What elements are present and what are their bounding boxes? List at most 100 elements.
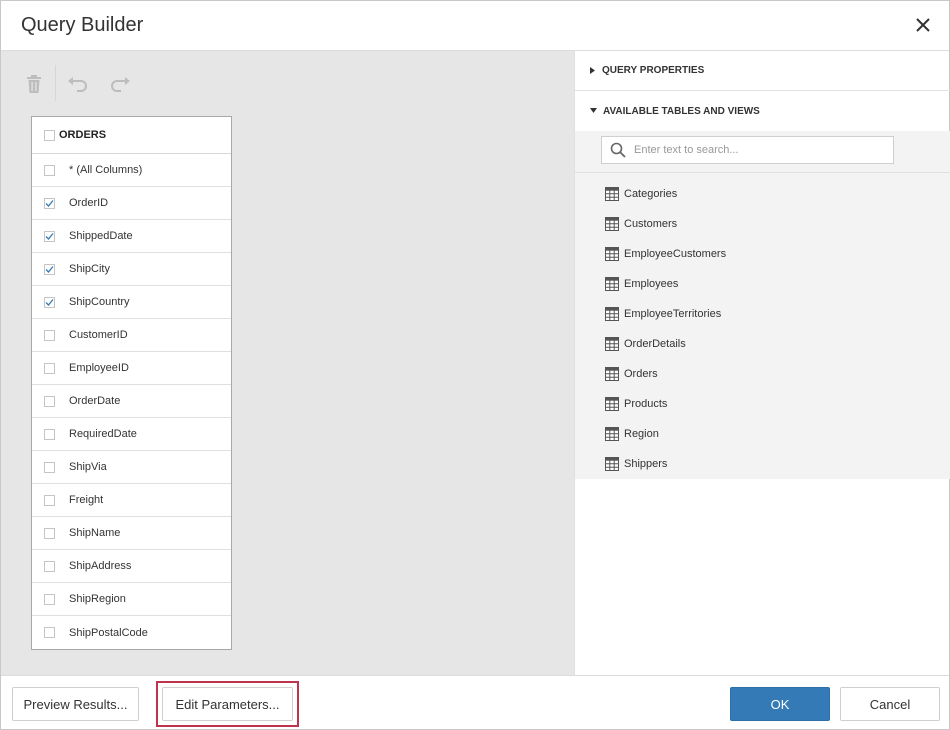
search-input[interactable] <box>634 144 874 156</box>
field-checkbox[interactable] <box>44 527 55 539</box>
field-label: ShipCity <box>69 263 110 275</box>
field-label: OrderDate <box>69 395 121 407</box>
field-checkbox[interactable] <box>44 263 55 275</box>
search-box[interactable] <box>601 136 894 164</box>
trash-icon <box>27 75 41 93</box>
table-icon <box>605 277 619 291</box>
table-list-item[interactable]: OrderDetails <box>575 329 950 359</box>
tables-list-area: Categories Customers EmployeeCustomers Empl… <box>575 131 950 479</box>
table-icon <box>605 337 619 351</box>
table-list-label: Region <box>624 428 659 440</box>
checkmark-icon <box>45 199 54 207</box>
field-row[interactable]: ShipPostalCode <box>32 616 231 649</box>
dialog-footer: Preview Results... Edit Parameters... OK… <box>1 675 949 729</box>
query-properties-label: QUERY PROPERTIES <box>602 65 705 76</box>
table-list-item[interactable]: Categories <box>575 179 950 209</box>
properties-panel: QUERY PROPERTIES AVAILABLE TABLES AND VI… <box>574 51 950 675</box>
checkmark-icon <box>45 265 54 273</box>
close-icon <box>916 18 930 32</box>
field-row[interactable]: ShipVia <box>32 451 231 484</box>
table-icon <box>605 397 619 411</box>
undo-button[interactable] <box>63 69 93 99</box>
close-button[interactable] <box>911 13 935 37</box>
field-checkbox[interactable] <box>44 428 55 440</box>
field-row[interactable]: ShipCity <box>32 253 231 286</box>
field-row[interactable]: ShipRegion <box>32 583 231 616</box>
field-label: EmployeeID <box>69 362 129 374</box>
query-builder-dialog: Query Builder ORDERS * (All Columns) Ord… <box>0 0 950 730</box>
field-checkbox[interactable] <box>44 395 55 407</box>
field-checkbox[interactable] <box>44 296 55 308</box>
field-checkbox[interactable] <box>44 230 55 242</box>
table-list-item[interactable]: Region <box>575 419 950 449</box>
field-label: * (All Columns) <box>69 164 143 176</box>
table-list-label: Orders <box>624 368 658 380</box>
table-header: ORDERS <box>32 117 231 154</box>
field-label: ShipName <box>69 527 121 539</box>
field-label: ShipCountry <box>69 296 130 308</box>
cancel-button[interactable]: Cancel <box>840 687 940 721</box>
table-list-item[interactable]: EmployeeCustomers <box>575 239 950 269</box>
preview-results-button[interactable]: Preview Results... <box>12 687 139 721</box>
table-list-label: Customers <box>624 218 678 230</box>
table-list-label: EmployeeCustomers <box>624 248 727 260</box>
search-divider <box>575 172 950 173</box>
table-list-item[interactable]: Orders <box>575 359 950 389</box>
field-label: ShipPostalCode <box>69 626 148 639</box>
table-list-item[interactable]: EmployeeTerritories <box>575 299 950 329</box>
field-checkbox[interactable] <box>44 627 55 638</box>
field-row[interactable]: ShipAddress <box>32 550 231 583</box>
field-row[interactable]: CustomerID <box>32 319 231 352</box>
field-checkbox[interactable] <box>44 560 55 572</box>
field-checkbox[interactable] <box>44 593 55 605</box>
chevron-right-icon <box>590 67 595 74</box>
table-list-item[interactable]: Shippers <box>575 449 950 479</box>
table-icon <box>605 457 619 471</box>
table-icon <box>605 247 619 261</box>
orders-table-card[interactable]: ORDERS * (All Columns) OrderID ShippedDate… <box>31 116 232 650</box>
field-row[interactable]: ShippedDate <box>32 220 231 253</box>
field-label: ShipAddress <box>69 560 132 572</box>
field-checkbox[interactable] <box>44 164 55 176</box>
table-list-item[interactable]: Employees <box>575 269 950 299</box>
table-icon <box>605 187 619 201</box>
field-row[interactable]: * (All Columns) <box>32 154 231 187</box>
field-row[interactable]: ShipName <box>32 517 231 550</box>
query-design-surface[interactable]: ORDERS * (All Columns) OrderID ShippedDate… <box>1 51 574 675</box>
field-checkbox[interactable] <box>44 362 55 374</box>
edit-parameters-button[interactable]: Edit Parameters... <box>162 687 293 721</box>
field-checkbox[interactable] <box>44 329 55 341</box>
table-list-label: Products <box>624 398 668 410</box>
table-icon <box>605 367 619 381</box>
field-row[interactable]: OrderDate <box>32 385 231 418</box>
checkmark-icon <box>45 232 54 240</box>
field-label: OrderID <box>69 197 109 209</box>
ok-button[interactable]: OK <box>730 687 830 721</box>
field-list: * (All Columns) OrderID ShippedDate ShipCit… <box>32 154 231 649</box>
field-row[interactable]: ShipCountry <box>32 286 231 319</box>
table-icon <box>605 427 619 441</box>
title-bar: Query Builder <box>1 1 949 51</box>
field-label: Freight <box>69 494 104 506</box>
table-list-item[interactable]: Customers <box>575 209 950 239</box>
table-icon <box>605 307 619 321</box>
field-row[interactable]: Freight <box>32 484 231 517</box>
query-properties-section[interactable]: QUERY PROPERTIES <box>575 51 950 91</box>
field-row[interactable]: OrderID <box>32 187 231 220</box>
field-label: RequiredDate <box>69 428 137 440</box>
redo-button[interactable] <box>105 69 135 99</box>
tables-list: Categories Customers EmployeeCustomers Empl… <box>575 179 950 479</box>
table-list-item[interactable]: Products <box>575 389 950 419</box>
search-icon <box>610 142 626 158</box>
field-checkbox[interactable] <box>44 461 55 473</box>
table-list-label: Shippers <box>624 458 668 470</box>
field-checkbox[interactable] <box>44 494 55 506</box>
available-tables-section[interactable]: AVAILABLE TABLES AND VIEWS <box>575 91 950 131</box>
field-row[interactable]: EmployeeID <box>32 352 231 385</box>
table-select-all-checkbox[interactable] <box>44 129 55 141</box>
field-label: ShipVia <box>69 461 107 473</box>
table-list-label: OrderDetails <box>624 338 686 350</box>
field-checkbox[interactable] <box>44 197 55 209</box>
field-row[interactable]: RequiredDate <box>32 418 231 451</box>
delete-button[interactable] <box>19 69 49 99</box>
